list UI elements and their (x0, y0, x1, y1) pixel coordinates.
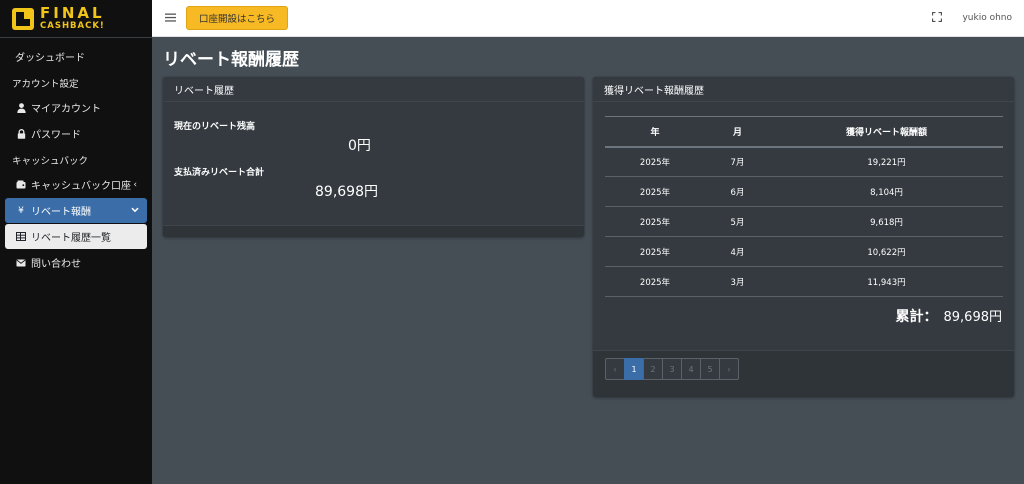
sidebar-item-label: パスワード (31, 130, 81, 141)
user-menu[interactable]: yukio ohno (962, 13, 1012, 23)
chevron-down-icon (131, 206, 139, 216)
cell-year: 2025年 (605, 176, 705, 207)
total-value: 89,698円 (943, 310, 1003, 325)
pagination-next-button[interactable]: › (719, 358, 739, 380)
sidebar-item-password[interactable]: パスワード (5, 121, 147, 146)
pagination-page-5[interactable]: 5 (700, 358, 720, 380)
sidebar: FINAL CASHBACK! ダッシュボード アカウント設定 マイアカウント … (0, 0, 152, 484)
card-title: 獲得リベート報酬履歴 (593, 77, 1014, 102)
sidebar-item-rebate-history-list[interactable]: リベート履歴一覧 (5, 224, 147, 249)
sidebar-item-label: リベート報酬 (31, 207, 91, 218)
cell-year: 2025年 (605, 236, 705, 267)
sidebar-item-dashboard[interactable]: ダッシュボード (5, 44, 147, 69)
sidebar-header-cashback: キャッシュバック (12, 155, 89, 167)
cell-amount: 19,221円 (770, 146, 1003, 177)
cell-amount: 11,943円 (770, 266, 1003, 297)
paid-total-label: 支払済みリベート合計 (174, 168, 265, 178)
yen-icon: ¥ (18, 205, 24, 216)
lock-icon (15, 128, 27, 139)
fullscreen-icon[interactable] (932, 11, 943, 25)
sidebar-item-label: ダッシュボード (15, 53, 85, 64)
rebate-history-card: 獲得リベート報酬履歴 年 月 獲得リベート報酬額 2025年 7月 19,221… (593, 77, 1014, 397)
cell-year: 2025年 (605, 146, 705, 177)
cell-amount: 8,104円 (770, 176, 1003, 207)
sidebar-header-account-settings: アカウント設定 (12, 78, 79, 90)
card-title: リベート履歴 (163, 77, 584, 102)
rebate-history-table: 年 月 獲得リベート報酬額 2025年 7月 19,221円 2025年 6月 … (605, 116, 1003, 297)
sidebar-item-label: リベート履歴一覧 (31, 233, 111, 244)
cell-amount: 10,622円 (770, 236, 1003, 267)
sidebar-item-cashback-account[interactable]: キャッシュバック口座 ‹ (5, 172, 147, 197)
pagination-prev-button[interactable]: ‹ (605, 358, 625, 380)
sidebar-nav: ダッシュボード アカウント設定 マイアカウント パスワード キャッシュバック キ… (0, 38, 152, 275)
top-navbar: 口座開設はこちら yukio ohno (152, 0, 1024, 37)
balance-value: 0円 (348, 138, 371, 154)
cell-year: 2025年 (605, 266, 705, 297)
brand-name: FINAL (40, 4, 105, 23)
brand-logo[interactable]: FINAL CASHBACK! (0, 0, 152, 38)
pagination-page-4[interactable]: 4 (681, 358, 701, 380)
brand-subtitle: CASHBACK! (40, 21, 105, 32)
column-header-month: 月 (705, 116, 770, 148)
chevron-left-icon: ‹ (133, 179, 137, 190)
pagination-page-1[interactable]: 1 (624, 358, 644, 380)
rebate-summary-card: リベート履歴 現在のリベート残高 0円 支払済みリベート合計 89,698円 (163, 77, 584, 237)
table-icon (15, 232, 27, 241)
balance-label: 現在のリベート残高 (174, 122, 256, 132)
user-icon (15, 102, 27, 113)
pagination: ‹ 1 2 3 4 5 › (605, 358, 739, 380)
column-header-year: 年 (605, 116, 705, 148)
wallet-icon (15, 180, 27, 189)
cell-year: 2025年 (605, 206, 705, 237)
sidebar-item-my-account[interactable]: マイアカウント (5, 95, 147, 120)
cell-amount: 9,618円 (770, 206, 1003, 237)
sidebar-item-label: キャッシュバック口座 (31, 181, 131, 192)
sidebar-item-contact[interactable]: 問い合わせ (5, 250, 147, 275)
cell-month: 4月 (705, 236, 770, 267)
sidebar-item-label: マイアカウント (31, 104, 101, 115)
envelope-icon (15, 259, 27, 267)
cell-month: 5月 (705, 206, 770, 237)
pagination-page-3[interactable]: 3 (662, 358, 682, 380)
sidebar-item-label: 問い合わせ (31, 259, 81, 270)
table-header-row: 年 月 獲得リベート報酬額 (605, 116, 1003, 148)
cell-month: 6月 (705, 176, 770, 207)
cumulative-total: 累計： 89,698円 (896, 306, 1003, 326)
table-row: 2025年 7月 19,221円 (605, 146, 1003, 177)
cell-month: 7月 (705, 146, 770, 177)
pagination-page-2[interactable]: 2 (643, 358, 663, 380)
table-row: 2025年 3月 11,943円 (605, 266, 1003, 297)
card-footer (163, 225, 584, 237)
table-row: 2025年 6月 8,104円 (605, 176, 1003, 207)
page-title: リベート報酬履歴 (163, 50, 299, 70)
cell-month: 3月 (705, 266, 770, 297)
menu-icon[interactable] (165, 11, 177, 25)
total-label: 累計： (895, 309, 938, 325)
table-row: 2025年 4月 10,622円 (605, 236, 1003, 267)
column-header-amount: 獲得リベート報酬額 (770, 116, 1003, 148)
open-account-button[interactable]: 口座開設はこちら (186, 6, 289, 30)
paid-total-value: 89,698円 (315, 184, 378, 200)
sidebar-item-rebate-reward[interactable]: ¥ リベート報酬 (5, 198, 147, 223)
table-row: 2025年 5月 9,618円 (605, 206, 1003, 237)
logo-icon (12, 7, 34, 30)
